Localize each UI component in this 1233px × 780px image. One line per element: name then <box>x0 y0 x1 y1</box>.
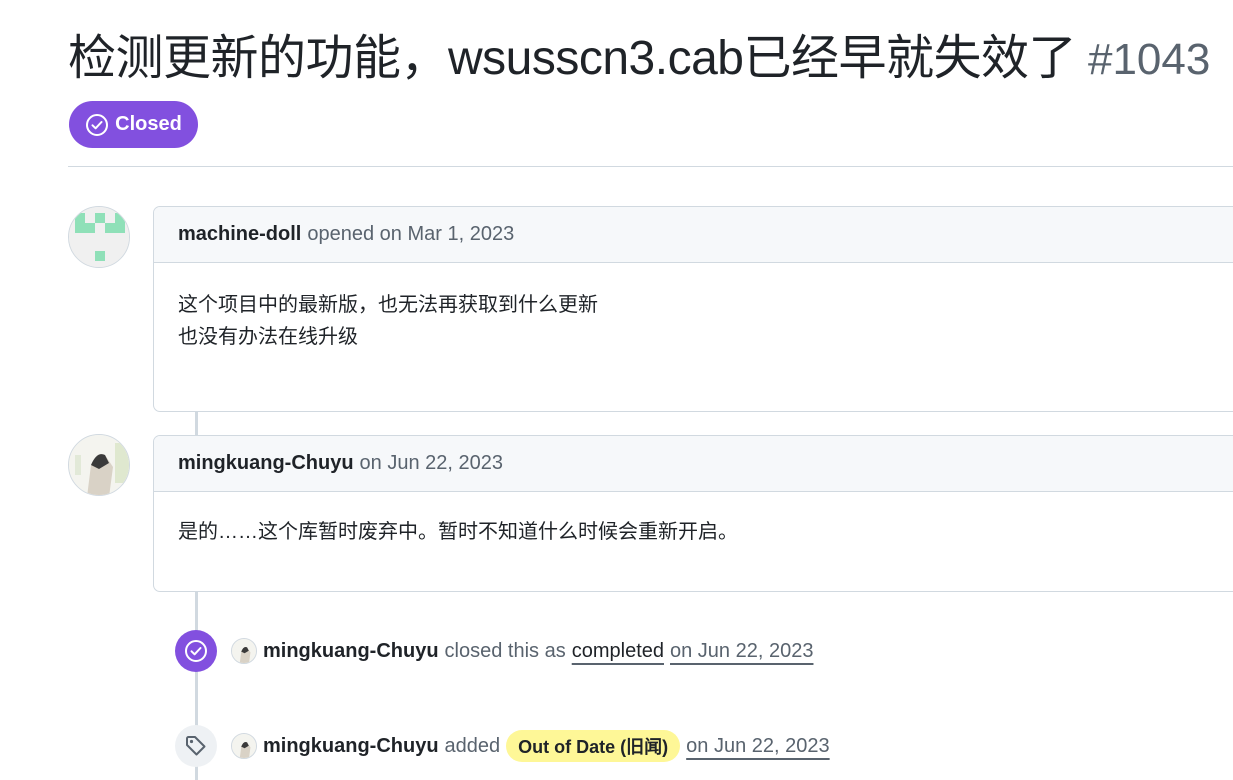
comment-body: 这个项目中的最新版，也无法再获取到什么更新 也没有办法在线升级 <box>154 263 1233 353</box>
event-action: added <box>444 734 501 757</box>
comment-meta[interactable]: on Jun 22, 2023 <box>360 452 503 475</box>
comment-author[interactable]: machine-doll <box>178 223 301 246</box>
check-circle-icon <box>86 113 109 136</box>
comment-line: 这个项目中的最新版，也无法再获取到什么更新 <box>178 294 598 316</box>
completed-link[interactable]: completed <box>572 640 664 663</box>
avatar[interactable] <box>68 206 130 268</box>
avatar[interactable] <box>68 434 130 496</box>
comment-line: 是的……这个库暂时废弃中。暂时不知道什么时候会重新开启。 <box>178 521 738 543</box>
comment-author[interactable]: mingkuang-Chuyu <box>178 452 354 475</box>
timeline-event-labeled: mingkuang-Chuyu added Out of Date (旧闻) o… <box>175 725 830 767</box>
comment-card: machine-doll opened on Mar 1, 2023 这个项目中… <box>153 206 1233 412</box>
check-circle-icon <box>185 640 207 662</box>
comment-line: 也没有办法在线升级 <box>178 326 358 348</box>
comment-card: mingkuang-Chuyu on Jun 22, 2023 是的……这个库暂… <box>153 435 1233 592</box>
header-divider <box>68 166 1233 167</box>
issue-number: #1043 <box>1087 35 1211 84</box>
timeline-event-closed: mingkuang-Chuyu closed this as completed… <box>175 630 813 672</box>
comment-body: 是的……这个库暂时废弃中。暂时不知道什么时候会重新开启。 <box>154 492 1233 548</box>
issue-title: 检测更新的功能，wsusscn3.cab已经早就失效了 <box>68 32 1076 85</box>
issue-title-row: 检测更新的功能，wsusscn3.cab已经早就失效了 #1043 <box>68 18 1210 88</box>
event-author[interactable]: mingkuang-Chuyu <box>263 735 439 758</box>
closed-badge <box>175 630 217 672</box>
event-date[interactable]: on Jun 22, 2023 <box>670 640 813 663</box>
user-photo-avatar <box>69 435 129 495</box>
label-badge <box>175 725 217 767</box>
tag-icon <box>186 736 206 756</box>
comment-header: machine-doll opened on Mar 1, 2023 <box>154 207 1233 263</box>
label-out-of-date[interactable]: Out of Date (旧闻) <box>506 730 681 762</box>
comment-meta[interactable]: opened on Mar 1, 2023 <box>307 223 514 246</box>
comment-header: mingkuang-Chuyu on Jun 22, 2023 <box>154 436 1233 492</box>
status-badge: Closed <box>69 101 198 148</box>
event-action: closed this as <box>444 639 566 662</box>
avatar[interactable] <box>231 733 257 759</box>
status-label: Closed <box>115 113 182 135</box>
user-photo-avatar <box>232 639 256 663</box>
avatar[interactable] <box>231 638 257 664</box>
user-photo-avatar <box>232 734 256 758</box>
identicon-avatar <box>69 207 129 267</box>
event-author[interactable]: mingkuang-Chuyu <box>263 640 439 663</box>
event-date[interactable]: on Jun 22, 2023 <box>686 735 829 758</box>
